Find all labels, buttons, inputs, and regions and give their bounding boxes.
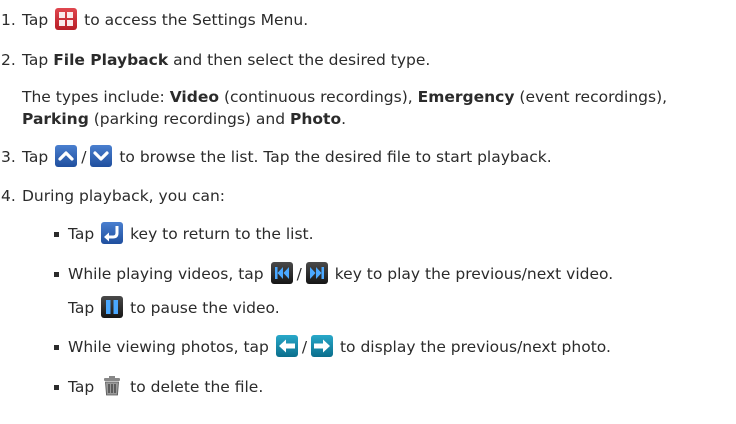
settings-menu-icon — [55, 7, 78, 30]
step-text: to browse the list. Tap the desired file… — [119, 148, 552, 166]
step-text: Tap — [22, 148, 49, 166]
step-text: to access the Settings Menu. — [84, 11, 309, 29]
return-icon — [101, 221, 124, 244]
step-text: and then select the desired type. — [173, 51, 431, 69]
period: . — [341, 110, 347, 128]
type-video-desc: (continuous recordings), — [223, 88, 413, 106]
bullet-text: While playing videos, tap — [68, 265, 264, 283]
bullet-text: to display the previous/next photo. — [339, 338, 611, 356]
separator: / — [81, 148, 87, 166]
trash-icon — [101, 375, 123, 397]
type-emergency-desc: (event recordings), — [519, 88, 668, 106]
bullet-text: Tap — [68, 299, 95, 317]
step-text: During playback, you can: — [22, 187, 226, 205]
pause-icon — [101, 295, 124, 318]
type-parking: Parking — [22, 110, 89, 128]
previous-video-icon — [270, 261, 293, 284]
bullet-marker — [54, 385, 59, 390]
bullet-marker — [54, 232, 59, 237]
menu-item-name: File Playback — [53, 51, 169, 69]
type-photo: Photo — [290, 110, 342, 128]
step-text: Tap — [22, 51, 49, 69]
type-parking-desc: (parking recordings) and — [93, 110, 286, 128]
step-text: Tap — [22, 11, 49, 29]
type-emergency: Emergency — [417, 88, 515, 106]
bullet-marker — [54, 272, 59, 277]
bullet-text: to pause the video. — [130, 299, 280, 317]
step-number: 1. — [1, 11, 16, 29]
bullet-text: key to return to the list. — [130, 225, 314, 243]
step-number: 4. — [1, 187, 16, 205]
type-video: Video — [169, 88, 219, 106]
previous-photo-icon — [275, 334, 298, 357]
bullet-text: key to play the previous/next video. — [334, 265, 614, 283]
separator: / — [296, 265, 302, 283]
bullet-text: Tap — [68, 225, 95, 243]
separator: / — [301, 338, 308, 356]
bullet-2-line-2: Tap to pause the video. — [68, 295, 280, 320]
bullet-text: to delete the file. — [130, 378, 264, 396]
next-photo-icon — [311, 334, 334, 357]
up-arrow-icon — [55, 144, 78, 167]
step-number: 2. — [1, 51, 16, 69]
next-video-icon — [305, 261, 328, 284]
types-line-2: Parking (parking recordings) and Photo. — [22, 107, 346, 131]
types-intro: The types include: — [22, 88, 165, 106]
bullet-marker — [54, 345, 59, 350]
down-arrow-icon — [90, 144, 113, 167]
bullet-text: While viewing photos, tap — [68, 338, 269, 356]
step-number: 3. — [1, 148, 16, 166]
bullet-text: Tap — [68, 378, 95, 396]
types-line-1: The types include: Video (continuous rec… — [22, 85, 667, 109]
